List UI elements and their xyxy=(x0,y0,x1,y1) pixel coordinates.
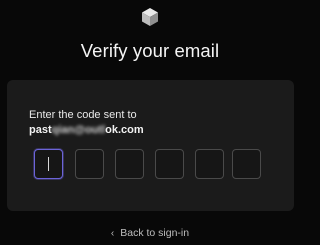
code-digit-6[interactable] xyxy=(232,149,261,179)
back-to-sign-in-label: Back to sign-in xyxy=(120,227,190,239)
code-digit-3[interactable] xyxy=(115,149,144,179)
email-obscured: qian@outl xyxy=(51,124,106,136)
chevron-left-icon: ‹ xyxy=(110,228,115,239)
verify-email-screen: Verify your email Enter the code sent to… xyxy=(0,0,300,245)
code-input-row xyxy=(34,149,264,183)
back-to-sign-in-link[interactable]: ‹ Back to sign-in xyxy=(0,227,300,240)
text-caret xyxy=(48,157,49,171)
instruction-text: Enter the code sent to xyxy=(29,109,137,121)
page-title: Verify your email xyxy=(80,40,220,61)
code-digit-4[interactable] xyxy=(155,149,184,179)
code-digit-2[interactable] xyxy=(75,149,104,179)
email-address: pastqian@outlok.com xyxy=(29,123,144,137)
email-visible-start: past xyxy=(29,124,52,136)
code-digit-1[interactable] xyxy=(34,149,63,179)
box-logo-icon xyxy=(142,8,158,26)
verification-card xyxy=(7,80,294,211)
email-visible-end: ok.com xyxy=(105,124,144,136)
code-digit-5[interactable] xyxy=(195,149,224,179)
